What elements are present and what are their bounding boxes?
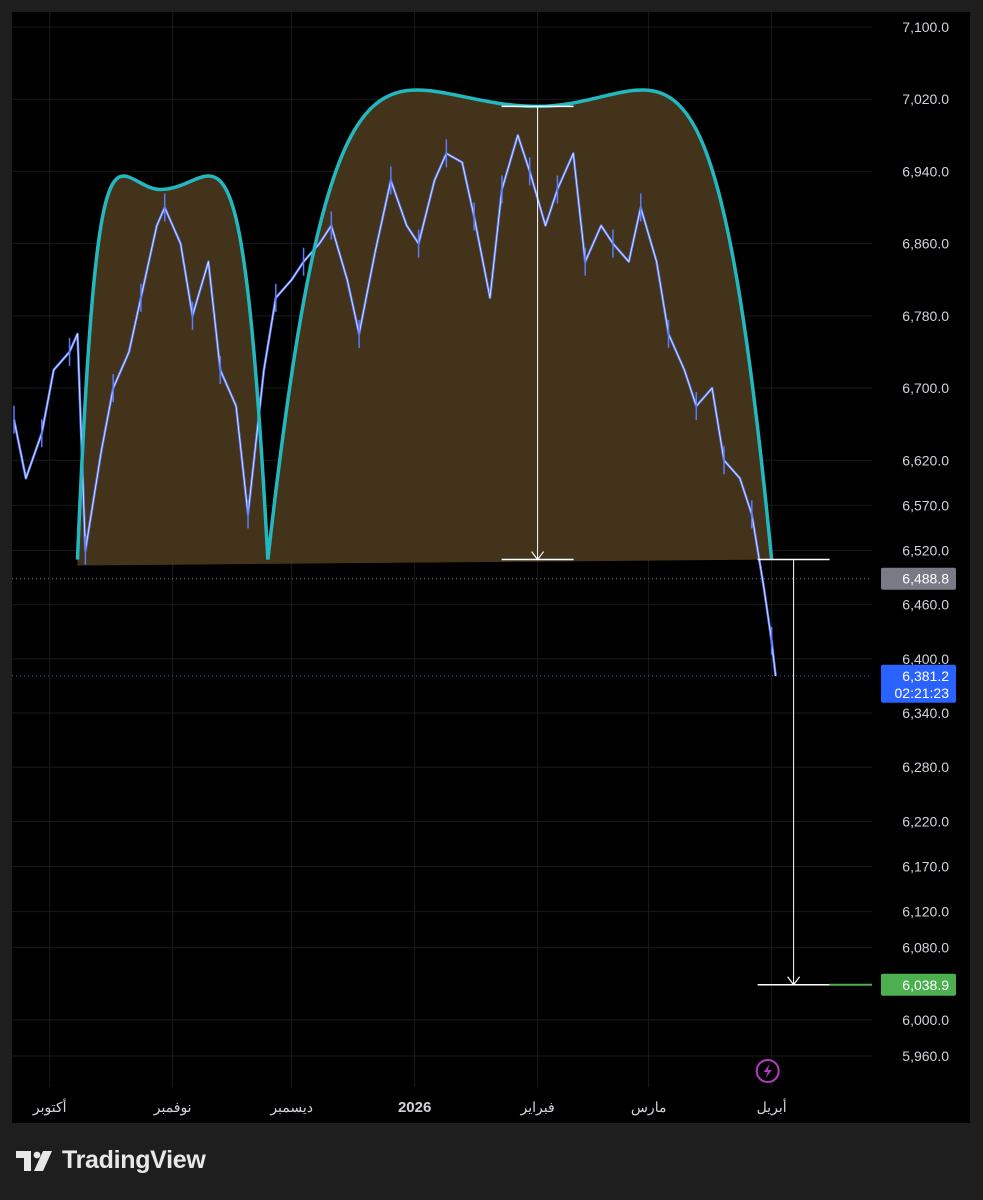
window-edge: [970, 0, 983, 1123]
price-axis[interactable]: 7,100.0 7,020.0 6,940.0 6,860.0 6,780.0 6,700…: [881, 19, 956, 1064]
neck-fill: [77, 559, 772, 566]
y-tick-label: 6,340.0: [902, 705, 949, 721]
countdown-label: 02:21:23: [895, 685, 950, 701]
y-tick-label: 6,280.0: [902, 759, 949, 775]
price-tag-label: 6,488.8: [902, 571, 949, 587]
lightning-icon[interactable]: [755, 1059, 780, 1083]
tradingview-logo-icon: [16, 1150, 52, 1171]
brand[interactable]: TradingView: [16, 1146, 206, 1175]
y-tick-label: 6,780.0: [902, 308, 949, 324]
brand-name: TradingView: [62, 1146, 206, 1174]
y-tick-label: 6,170.0: [902, 858, 949, 874]
y-tick-label: 6,620.0: [902, 452, 949, 468]
chart-pane[interactable]: 7,100.0 7,020.0 6,940.0 6,860.0 6,780.0 6,700…: [12, 12, 970, 1123]
x-tick-label: فبراير: [520, 1099, 555, 1116]
y-tick-label: 6,120.0: [902, 904, 949, 920]
y-tick-label: 5,960.0: [902, 1048, 949, 1064]
y-tick-label: 6,220.0: [902, 813, 949, 829]
y-tick-label: 6,520.0: [902, 543, 949, 559]
x-tick-label: 2026: [398, 1099, 431, 1116]
y-tick-label: 6,000.0: [902, 1012, 949, 1028]
price-lines: [12, 578, 872, 986]
time-axis[interactable]: أكتوبر نوفمبر ديسمبر 2026 فبراير مارس أبريل: [32, 1097, 787, 1116]
event-markers[interactable]: [755, 1059, 780, 1083]
cup-2-fill: [267, 89, 772, 560]
x-tick-label: مارس: [631, 1099, 667, 1116]
x-tick-label: أبريل: [757, 1097, 787, 1116]
y-tick-label: 7,100.0: [902, 19, 949, 35]
y-tick-label: 7,020.0: [902, 91, 949, 107]
y-tick-label: 6,400.0: [902, 651, 949, 667]
x-tick-label: أكتوبر: [32, 1097, 67, 1116]
price-tag-label: 6,381.2: [902, 668, 949, 684]
y-tick-label: 6,460.0: [902, 597, 949, 613]
y-tick-label: 6,860.0: [902, 236, 949, 252]
y-tick-label: 6,080.0: [902, 940, 949, 956]
price-chart[interactable]: 7,100.0 7,020.0 6,940.0 6,860.0 6,780.0 6,700…: [12, 12, 970, 1123]
price-tag-label: 6,038.9: [902, 977, 949, 993]
y-tick-label: 6,570.0: [902, 497, 949, 513]
x-tick-label: نوفمبر: [153, 1099, 192, 1116]
y-tick-label: 6,940.0: [902, 163, 949, 179]
y-tick-label: 6,700.0: [902, 380, 949, 396]
x-tick-label: ديسمبر: [269, 1099, 313, 1116]
